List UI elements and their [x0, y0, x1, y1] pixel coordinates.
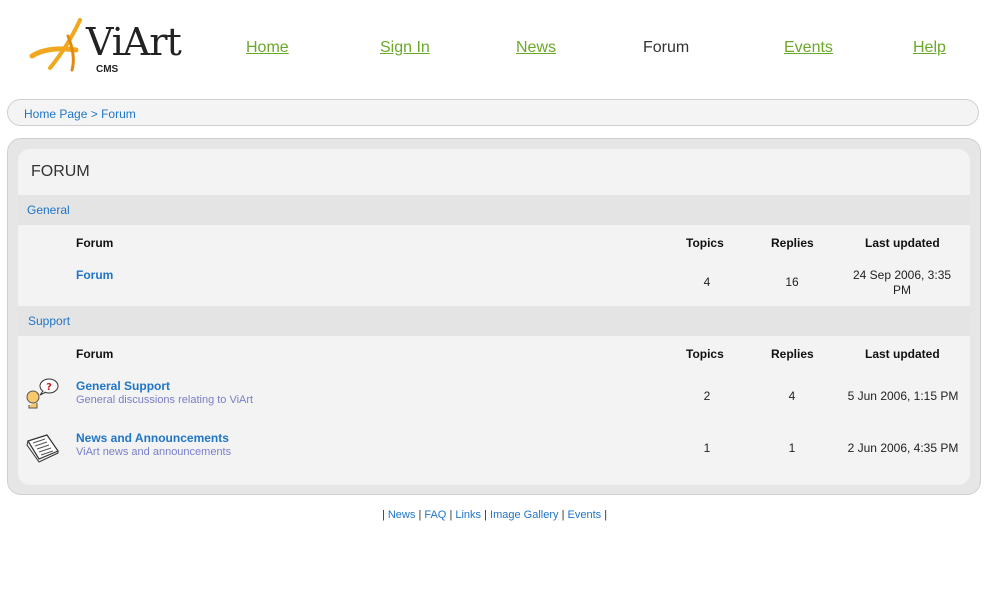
forum-replies: 1 — [788, 441, 796, 455]
footer-separator: | — [561, 509, 565, 521]
forum-link[interactable]: Forum — [76, 268, 113, 282]
col-topics-header: Topics — [686, 347, 724, 361]
footer-separator: | — [418, 509, 422, 521]
category-general: General — [18, 195, 970, 225]
forum-link[interactable]: General Support — [76, 379, 170, 393]
footer-links-link[interactable]: Links — [455, 509, 481, 521]
forum-description: General discussions relating to ViArt — [76, 394, 254, 406]
footer-separator: | — [604, 509, 608, 521]
col-topics-header: Topics — [686, 236, 724, 250]
viart-logo[interactable]: ViArt CMS — [28, 16, 188, 78]
footer-separator: | — [484, 509, 487, 521]
forum-topics: 2 — [703, 389, 711, 403]
forum-topics: 1 — [703, 441, 711, 455]
col-last-header: Last updated — [865, 347, 940, 361]
forum-link[interactable]: News and Announcements — [76, 431, 229, 445]
breadcrumb-forum-link[interactable]: Forum — [101, 107, 136, 121]
logo-sub: CMS — [96, 64, 119, 75]
forum-replies: 16 — [785, 275, 799, 289]
forum-panel-inner: FORUM General Forum Topics Replies Last … — [18, 149, 970, 485]
footer-separator: | — [381, 509, 385, 521]
forum-last-updated: 24 Sep 2006, 3:35 PM — [852, 268, 952, 297]
question-person-icon: ? — [26, 378, 59, 409]
footer-separator: | — [449, 509, 453, 521]
nav-events[interactable]: Events — [784, 39, 833, 57]
nav-home[interactable]: Home — [246, 39, 289, 57]
footer-links: | News | FAQ | Links | Image Gallery | E… — [0, 509, 989, 521]
col-forum-header: Forum — [76, 347, 114, 361]
footer-faq-link[interactable]: FAQ — [424, 509, 446, 521]
breadcrumb-separator: > — [87, 107, 102, 121]
svg-text:?: ? — [46, 382, 52, 393]
col-replies-header: Replies — [771, 347, 814, 361]
nav-news[interactable]: News — [516, 39, 556, 57]
forum-topics: 4 — [703, 275, 711, 289]
newspaper-icon — [26, 434, 59, 463]
col-replies-header: Replies — [771, 236, 814, 250]
nav-forum-current: Forum — [643, 39, 690, 56]
footer-news-link[interactable]: News — [388, 509, 416, 521]
forum-last-updated: 2 Jun 2006, 4:35 PM — [847, 441, 959, 455]
col-forum-header: Forum — [76, 236, 114, 250]
breadcrumb: Home Page > Forum — [7, 99, 979, 126]
footer-events-link[interactable]: Events — [568, 509, 602, 521]
breadcrumb-home-link[interactable]: Home Page — [24, 107, 87, 121]
forum-title: FORUM — [31, 163, 90, 180]
logo-name: ViArt — [86, 20, 182, 64]
forum-panel: FORUM General Forum Topics Replies Last … — [7, 138, 981, 495]
category-support: Support — [18, 306, 970, 336]
forum-last-updated: 5 Jun 2006, 1:15 PM — [847, 389, 959, 403]
nav-help[interactable]: Help — [913, 39, 946, 57]
nav-sign-in[interactable]: Sign In — [380, 39, 430, 57]
footer-image-gallery-link[interactable]: Image Gallery — [490, 509, 558, 521]
category-support-link[interactable]: Support — [28, 314, 70, 328]
forum-replies: 4 — [788, 389, 796, 403]
forum-description: ViArt news and announcements — [76, 446, 232, 458]
category-general-link[interactable]: General — [27, 203, 70, 217]
col-last-header: Last updated — [865, 236, 940, 250]
